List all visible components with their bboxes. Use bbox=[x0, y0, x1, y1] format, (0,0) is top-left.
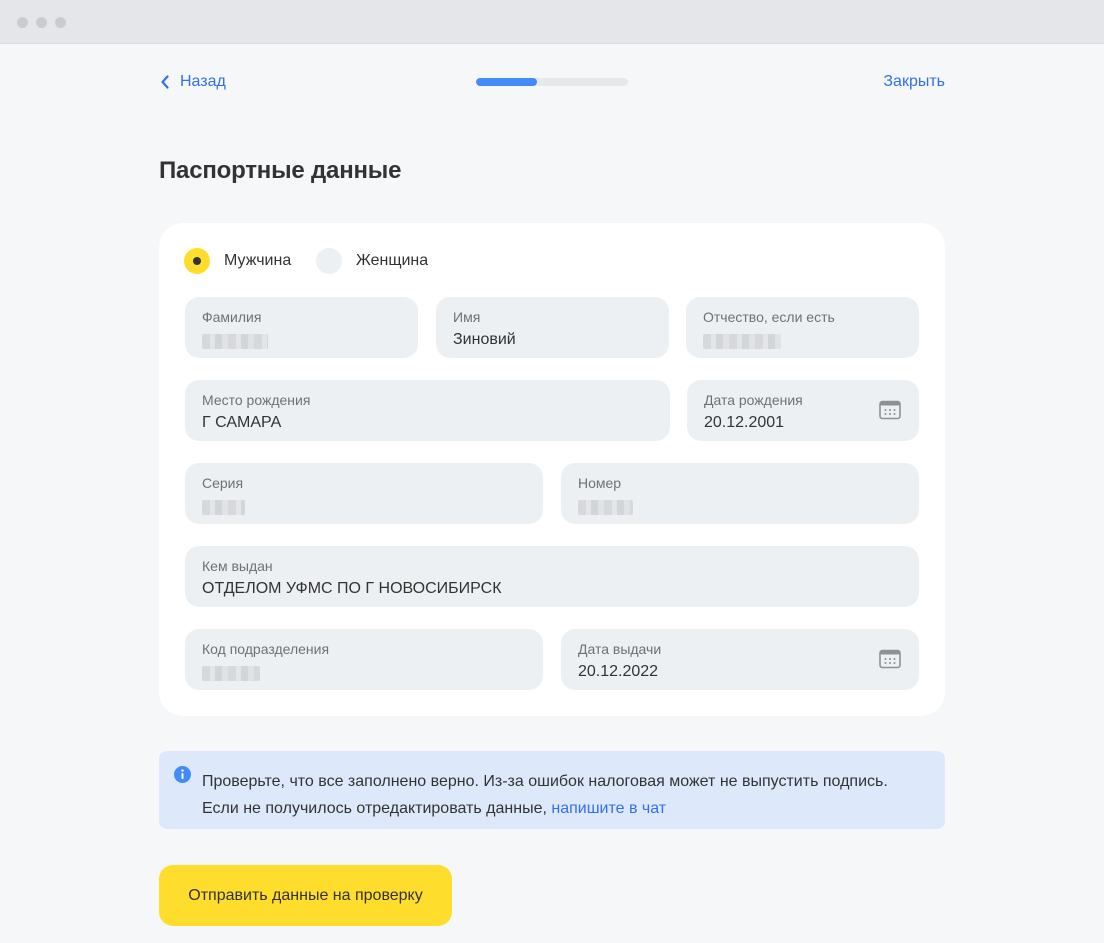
submit-button[interactable]: Отправить данные на проверку bbox=[159, 865, 452, 926]
first-name-field[interactable]: Имя Зиновий bbox=[436, 297, 669, 358]
issued-by-label: Кем выдан bbox=[202, 558, 273, 574]
back-link[interactable]: Назад bbox=[160, 73, 226, 91]
window-close-dot[interactable] bbox=[17, 17, 28, 28]
window-maximize-dot[interactable] bbox=[55, 17, 66, 28]
patronymic-label: Отчество, если есть bbox=[703, 309, 835, 325]
write-to-chat-link[interactable]: напишите в чат bbox=[551, 800, 666, 817]
info-line-2-text: Если не получилось отредактировать данны… bbox=[202, 800, 552, 817]
info-notice: Проверьте, что все заполнено верно. Из-з… bbox=[159, 751, 945, 829]
issued-by-field[interactable]: Кем выдан ОТДЕЛОМ УФМС ПО Г НОВОСИБИРСК bbox=[185, 546, 919, 607]
calendar-icon[interactable] bbox=[879, 400, 901, 420]
first-name-label: Имя bbox=[453, 309, 481, 325]
issued-by-value: ОТДЕЛОМ УФМС ПО Г НОВОСИБИРСК bbox=[202, 580, 502, 597]
gender-male-option[interactable]: Мужчина bbox=[184, 248, 291, 274]
division-code-label: Код подразделения bbox=[202, 641, 330, 657]
chevron-left-icon bbox=[161, 75, 169, 89]
passport-number-field[interactable]: Номер bbox=[561, 463, 919, 524]
patronymic-redacted-value bbox=[703, 334, 781, 349]
last-name-label: Фамилия bbox=[202, 309, 262, 325]
birth-place-field[interactable]: Место рождения Г САМАРА bbox=[185, 380, 670, 441]
passport-number-redacted-value bbox=[578, 500, 633, 515]
passport-series-label: Серия bbox=[202, 475, 244, 491]
info-line-2: Если не получилось отредактировать данны… bbox=[202, 795, 925, 822]
info-line-1: Проверьте, что все заполнено верно. Из-з… bbox=[202, 773, 888, 790]
gender-male-label: Мужчина bbox=[224, 252, 292, 269]
birth-place-value: Г САМАРА bbox=[202, 414, 282, 431]
page-title: Паспортные данные bbox=[159, 157, 402, 184]
birth-date-label: Дата рождения bbox=[704, 392, 803, 408]
issue-date-field[interactable]: Дата выдачи 20.12.2022 bbox=[561, 629, 919, 690]
passport-number-label: Номер bbox=[578, 475, 622, 491]
gender-female-option[interactable]: Женщина bbox=[316, 248, 428, 274]
birth-date-value: 20.12.2001 bbox=[704, 414, 785, 431]
first-name-value: Зиновий bbox=[453, 331, 516, 348]
division-code-redacted-value bbox=[202, 666, 260, 681]
last-name-field[interactable]: Фамилия bbox=[185, 297, 418, 358]
passport-form-card: Мужчина Женщина Фамилия Имя Зиновий Отче… bbox=[159, 223, 945, 716]
passport-series-field[interactable]: Серия bbox=[185, 463, 543, 524]
birth-date-field[interactable]: Дата рождения 20.12.2001 bbox=[687, 380, 919, 441]
back-label: Назад bbox=[180, 73, 226, 90]
gender-female-label: Женщина bbox=[356, 252, 429, 269]
issue-date-label: Дата выдачи bbox=[578, 641, 662, 657]
passport-series-redacted-value bbox=[202, 500, 245, 515]
window-minimize-dot[interactable] bbox=[36, 17, 47, 28]
issue-date-value: 20.12.2022 bbox=[578, 663, 659, 680]
info-icon bbox=[174, 766, 191, 783]
progress-bar bbox=[476, 78, 628, 86]
progress-bar-fill bbox=[476, 78, 537, 86]
division-code-field[interactable]: Код подразделения bbox=[185, 629, 543, 690]
calendar-icon[interactable] bbox=[879, 649, 901, 669]
close-link[interactable]: Закрыть bbox=[883, 73, 945, 91]
patronymic-field[interactable]: Отчество, если есть bbox=[686, 297, 919, 358]
gender-male-radio[interactable] bbox=[184, 248, 210, 274]
last-name-redacted-value bbox=[202, 334, 268, 349]
window-titlebar bbox=[0, 0, 1104, 44]
gender-female-radio[interactable] bbox=[316, 248, 342, 274]
birth-place-label: Место рождения bbox=[202, 392, 311, 408]
